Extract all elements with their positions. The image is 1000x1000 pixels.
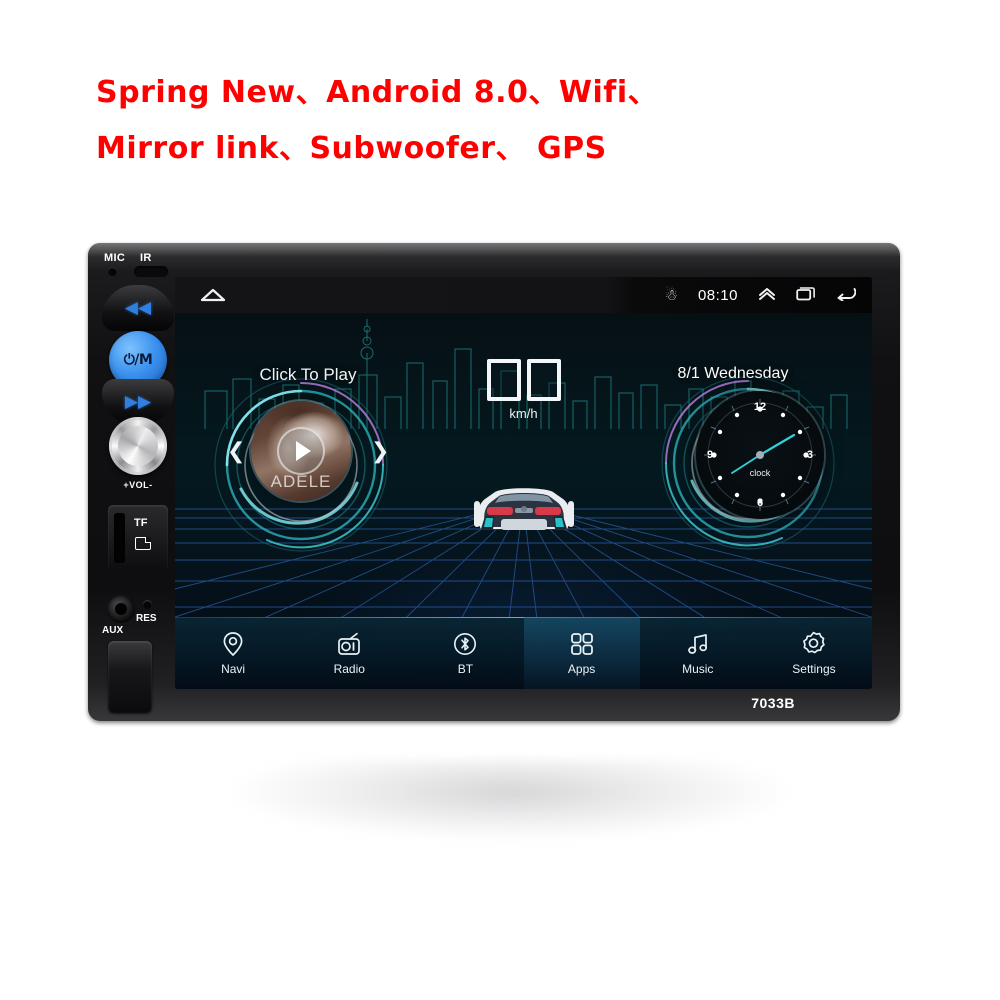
clock-label: clock <box>749 467 771 478</box>
chevron-up-icon[interactable] <box>758 287 776 304</box>
dock-label-navi: Navi <box>221 661 246 676</box>
model-number-label: 7033B <box>751 695 795 711</box>
app-dock: Navi Radio BT Apps Music Settings <box>175 617 872 689</box>
location-pin-icon <box>222 631 244 657</box>
album-artist-label: ADELE <box>270 472 332 491</box>
speed-digit-1 <box>486 359 521 401</box>
tf-slot-opening <box>114 513 125 563</box>
dock-item-bt[interactable]: BT <box>407 617 523 689</box>
dock-label-settings: Settings <box>792 661 836 676</box>
clock-numeral-12: 12 <box>753 401 767 413</box>
speed-digits <box>486 359 561 401</box>
dock-item-settings[interactable]: Settings <box>756 617 872 689</box>
music-note-icon <box>686 631 710 657</box>
next-track-icon: ▶▶ <box>124 391 152 412</box>
gear-icon <box>801 631 826 657</box>
play-icon[interactable] <box>277 427 325 475</box>
dock-item-music[interactable]: Music <box>640 617 756 689</box>
speed-digit-2 <box>526 359 561 401</box>
aux-jack[interactable] <box>107 595 135 623</box>
clock-numeral-6: 6 <box>756 497 764 509</box>
memory-card-icon <box>135 537 151 550</box>
volume-knob[interactable] <box>109 417 167 475</box>
promo-headline: Spring New、Android 8.0、Wifi、 Mirror link… <box>96 78 816 164</box>
power-icon: ⏻/M <box>123 352 153 368</box>
speed-unit-label: km/h <box>509 406 538 421</box>
speed-widget: km/h <box>486 359 561 421</box>
reset-label: RES <box>136 613 157 624</box>
dock-label-music: Music <box>682 661 714 676</box>
chevron-left-icon[interactable]: ❮ <box>227 441 245 463</box>
surface-reflection <box>230 760 790 840</box>
headline-line-2: Mirror link、Subwoofer、 GPS <box>96 131 607 166</box>
bluetooth-icon[interactable]: ☃ <box>665 287 678 303</box>
back-icon[interactable] <box>836 286 857 304</box>
car-graphic <box>473 488 574 530</box>
recents-icon[interactable] <box>796 286 816 304</box>
clock-numeral-3: 3 <box>806 449 813 461</box>
dock-label-bt: BT <box>457 661 474 676</box>
home-icon[interactable] <box>199 286 227 302</box>
left-control-panel: MIC IR ◀◀ ⏻/M ▶▶ +VOL- TF AUX RES <box>88 243 176 721</box>
ir-window-icon <box>134 266 168 277</box>
headline-line-1: Spring New、Android 8.0、Wifi、 <box>96 75 659 110</box>
prev-track-icon: ◀◀ <box>124 297 152 318</box>
car-stereo-device: MIC IR ◀◀ ⏻/M ▶▶ +VOL- TF AUX RES ☃ 08:1… <box>88 243 900 721</box>
tf-card-slot[interactable]: TF <box>108 505 168 571</box>
prev-track-button[interactable]: ◀◀ <box>102 285 174 331</box>
bluetooth-circle-icon <box>453 631 477 657</box>
status-time: 08:10 <box>697 286 738 304</box>
grid-apps-icon <box>570 631 594 657</box>
dock-item-radio[interactable]: Radio <box>291 617 407 689</box>
reset-pinhole[interactable] <box>143 600 152 609</box>
date-label: 8/1 Wednesday <box>677 365 789 382</box>
ir-label: IR <box>140 252 152 264</box>
touchscreen-display[interactable]: ☃ 08:10 Click To Play ADELE ❮ ❯ km/h 8/1… <box>175 277 872 689</box>
page-root: Spring New、Android 8.0、Wifi、 Mirror link… <box>0 0 1000 1000</box>
clock-numeral-9: 9 <box>707 449 714 461</box>
dock-label-radio: Radio <box>333 661 365 676</box>
dock-item-apps[interactable]: Apps <box>523 617 640 689</box>
album-art[interactable]: ADELE <box>251 401 351 501</box>
status-bar-right-group: ☃ 08:10 <box>665 277 857 313</box>
android-status-bar: ☃ 08:10 <box>175 277 872 313</box>
microphone-hole-icon <box>108 267 117 276</box>
tf-label: TF <box>134 517 148 529</box>
music-widget-title: Click To Play <box>259 365 357 384</box>
analog-clock-widget[interactable]: 12 3 6 9 clock <box>696 391 824 519</box>
mic-label: MIC <box>104 252 126 264</box>
usb-port-cover[interactable] <box>108 641 152 713</box>
dock-label-apps: Apps <box>567 661 596 676</box>
volume-label: +VOL- <box>123 480 153 490</box>
dock-item-navi[interactable]: Navi <box>175 617 291 689</box>
mic-ir-group: MIC IR <box>100 252 174 278</box>
home-screen: Click To Play ADELE ❮ ❯ km/h 8/1 Wednesd… <box>175 313 872 689</box>
aux-label: AUX <box>102 625 124 636</box>
radio-icon <box>336 631 362 657</box>
chevron-right-icon[interactable]: ❯ <box>371 441 389 463</box>
